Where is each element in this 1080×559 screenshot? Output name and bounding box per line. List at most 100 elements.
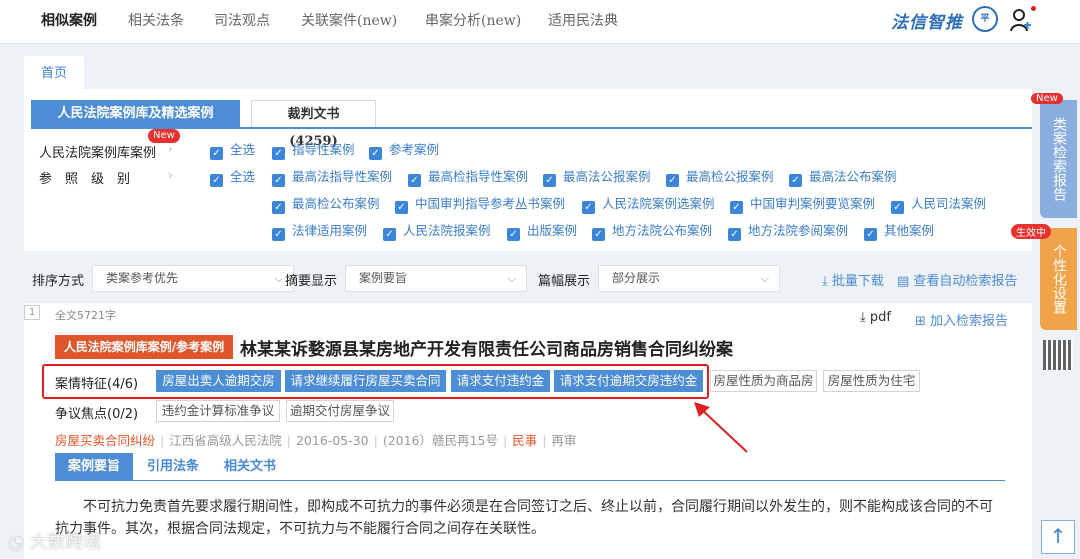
checkbox-spp-guiding[interactable]: ✓ 最高检指导性案例	[408, 169, 528, 187]
tab-related-docs[interactable]: 相关文书	[222, 453, 278, 481]
chevron-down-icon: ⌵	[274, 272, 283, 285]
case-number: (2016）赣民再15号	[382, 433, 498, 448]
focus-label: 争议焦点(0/2)	[55, 407, 139, 422]
checkbox-local-court-reference[interactable]: ✓ 地方法院参阅案例	[728, 223, 848, 241]
checkmark-icon: ✓	[272, 201, 285, 214]
subtab-underline	[55, 480, 1005, 481]
checkmark-icon: ✓	[582, 201, 595, 214]
checkmark-icon: ✓	[864, 228, 877, 241]
watermark: ◔ 大数跨境	[8, 532, 102, 553]
tab-related-laws[interactable]: 相关法条	[128, 10, 184, 30]
checkbox-spp-gazette[interactable]: ✓ 最高检公报案例	[666, 169, 774, 187]
checkmark-icon: ✓	[592, 228, 605, 241]
new-badge: New	[1031, 93, 1063, 104]
case-title[interactable]: 林某某诉婺源县某房地产开发有限责任公司商品房销售合同纠纷案	[240, 335, 733, 360]
checkbox-trial-case-overview[interactable]: ✓ 中国审判案例要览案例	[730, 196, 875, 214]
chevron-right-icon: ›	[168, 168, 173, 182]
brand-logo: 法信智推	[891, 13, 963, 33]
top-nav: 相似案例 相关法条 司法观点 关联案件(new) 串案分析(new) 适用民法典…	[0, 0, 1080, 44]
fulltext-length: 全文5721字	[55, 309, 116, 322]
checkbox-trial-guide-series[interactable]: ✓ 中国审判指导参考丛书案例	[395, 196, 565, 214]
checkbox-select-all-library[interactable]: ✓ 全选	[210, 142, 255, 160]
checkmark-icon: ✓	[272, 228, 285, 241]
chevron-down-icon: ⌵	[507, 272, 516, 285]
length-select[interactable]: 部分展示 ⌵	[598, 265, 780, 292]
checkbox-spp-published[interactable]: ✓ 最高检公布案例	[272, 196, 380, 214]
download-icon: ⤓	[860, 310, 870, 325]
report-icon: ▤	[897, 274, 914, 289]
tab-judgment-documents[interactable]: 裁判文书(4259)	[251, 100, 376, 149]
pdf-download-button[interactable]: ⤓ pdf	[860, 310, 891, 325]
filter-label-library: 人民法院案例库案例	[39, 146, 157, 161]
case-meta: 房屋买卖合同纠纷 | 江西省高级人民法院 | 2016-05-30 | (2016）赣民再1…	[55, 433, 577, 448]
sort-label: 排序方式	[32, 274, 85, 289]
checkmark-icon: ✓	[507, 228, 520, 241]
tab-civil-code[interactable]: 适用民法典	[548, 10, 618, 30]
checkbox-local-court-published[interactable]: ✓ 地方法院公布案例	[592, 223, 712, 241]
view-auto-report-button[interactable]: ▤ 查看自动检索报告	[897, 270, 1017, 289]
result-index: 1	[24, 305, 40, 320]
tab-linked-cases[interactable]: 关联案件(new)	[301, 10, 397, 30]
checkbox-court-case-selection[interactable]: ✓ 人民法院案例选案例	[582, 196, 715, 214]
summary-label: 摘要显示	[285, 274, 338, 289]
checkmark-icon: ✓	[383, 228, 396, 241]
checkbox-published-cases[interactable]: ✓ 出版案例	[507, 223, 577, 241]
tab-home[interactable]: 首页	[24, 56, 84, 90]
checkbox-law-application[interactable]: ✓ 法律适用案例	[272, 223, 367, 241]
source-badge: 人民法院案例库案例/参考案例	[55, 335, 233, 359]
checkbox-reference-cases[interactable]: ✓ 参考案例	[369, 142, 439, 160]
checkmark-icon: ✓	[369, 147, 382, 160]
tab-court-case-library[interactable]: 人民法院案例库及精选案例(26)	[31, 100, 240, 148]
checkmark-icon: ✓	[395, 201, 408, 214]
tab-judicial-views[interactable]: 司法观点	[214, 10, 270, 30]
batch-download-button[interactable]: ⤓ 批量下载	[822, 270, 884, 289]
checkbox-court-daily[interactable]: ✓ 人民法院报案例	[383, 223, 491, 241]
chevron-down-icon: ⌵	[760, 272, 769, 285]
personalize-side-button[interactable]: 个性化设置	[1040, 228, 1077, 330]
checkmark-icon: ✓	[210, 174, 223, 187]
download-icon: ⤓	[822, 274, 832, 289]
case-stage: 再审	[551, 433, 577, 448]
active-badge: 生效中	[1011, 224, 1051, 239]
feature-tag[interactable]: 房屋性质为住宅	[823, 370, 920, 392]
checkbox-spc-published[interactable]: ✓ 最高法公布案例	[789, 169, 897, 187]
new-badge: New	[148, 129, 180, 143]
checkbox-people-judicature[interactable]: ✓ 人民司法案例	[891, 196, 986, 214]
checkbox-spc-guiding[interactable]: ✓ 最高法指导性案例	[272, 169, 392, 187]
checkmark-icon: ✓	[730, 201, 743, 214]
checkmark-icon: ✓	[543, 174, 556, 187]
chevron-right-icon: ›	[168, 142, 173, 156]
checkmark-icon: ✓	[210, 147, 223, 160]
checkmark-icon: ✓	[728, 228, 741, 241]
tab-underline	[31, 127, 1032, 129]
filter-label-level: 参 照 级 别	[39, 172, 131, 187]
tab-cited-laws[interactable]: 引用法条	[145, 453, 201, 481]
checkmark-icon: ✓	[789, 174, 802, 187]
checkbox-select-all-level[interactable]: ✓ 全选	[210, 169, 255, 187]
tab-similar-cases[interactable]: 相似案例	[41, 10, 97, 30]
add-file-icon: ⊞	[915, 314, 931, 329]
back-to-top-button[interactable]: ↑	[1041, 520, 1075, 554]
checkmark-icon: ✓	[408, 174, 421, 187]
checkbox-spc-gazette[interactable]: ✓ 最高法公报案例	[543, 169, 651, 187]
annotation-arrow-icon	[694, 402, 748, 453]
case-report-side-button[interactable]: 类案检索报告	[1040, 100, 1077, 218]
sort-bar: 排序方式 类案参考优先 ⌵ 摘要显示 案例要旨 ⌵ 篇幅展示 部分展示 ⌵ ⤓ 批量下…	[24, 262, 1032, 296]
qr-code-icon[interactable]	[1043, 340, 1073, 370]
checkmark-icon: ✓	[666, 174, 679, 187]
add-to-report-button[interactable]: ⊞ 加入检索报告	[915, 310, 1008, 329]
user-icon[interactable]	[1010, 8, 1032, 32]
notification-dot	[1031, 6, 1036, 11]
checkbox-guiding-cases[interactable]: ✓ 指导性案例	[272, 142, 355, 160]
checkmark-icon: ✓	[891, 201, 904, 214]
sort-select[interactable]: 类案参考优先 ⌵	[92, 265, 294, 292]
checkbox-other-cases[interactable]: ✓ 其他案例	[864, 223, 934, 241]
feature-tag[interactable]: 房屋性质为商品房	[710, 370, 817, 392]
brand-logo-icon: 平	[972, 6, 998, 32]
focus-tag[interactable]: 违约金计算标准争议	[156, 400, 280, 422]
tab-case-summary[interactable]: 案例要旨	[55, 453, 133, 481]
focus-tag[interactable]: 逾期交付房屋争议	[286, 400, 394, 422]
summary-select[interactable]: 案例要旨 ⌵	[345, 265, 527, 292]
tab-series-analysis[interactable]: 串案分析(new)	[425, 10, 521, 30]
case-cause[interactable]: 房屋买卖合同纠纷	[55, 433, 155, 448]
